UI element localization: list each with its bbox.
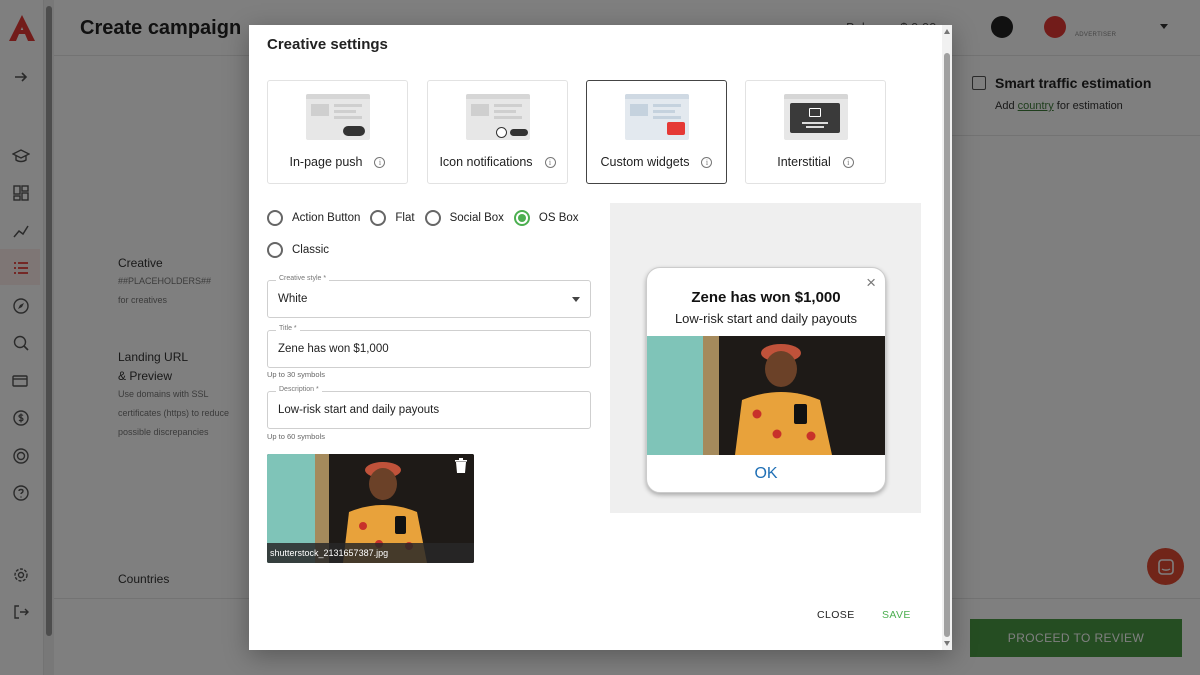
radio-label: Action Button bbox=[292, 212, 361, 224]
format-card-label: Interstitial bbox=[777, 155, 831, 169]
in-page-push-illustration bbox=[306, 94, 370, 140]
interstitial-illustration bbox=[784, 94, 848, 140]
radio-action-button[interactable]: Action Button bbox=[267, 210, 360, 226]
trash-icon[interactable] bbox=[454, 458, 468, 474]
radio-label: Classic bbox=[292, 244, 330, 256]
scroll-down-icon[interactable] bbox=[944, 641, 950, 646]
radio-social-box[interactable]: Social Box bbox=[424, 210, 504, 226]
dialog-scrollbar-thumb[interactable] bbox=[944, 53, 950, 637]
format-card-label: Custom widgets bbox=[600, 155, 690, 169]
save-button[interactable]: SAVE bbox=[882, 609, 911, 621]
icon-notifications-illustration bbox=[466, 94, 530, 140]
image-filename: shutterstock_2131657387.jpg bbox=[267, 543, 474, 563]
scroll-up-icon[interactable] bbox=[944, 29, 950, 34]
info-icon[interactable]: i bbox=[842, 157, 854, 168]
format-card-label: Icon notifications bbox=[439, 155, 533, 169]
format-card-icon-notifications[interactable]: Icon notifications i bbox=[427, 80, 568, 184]
widget-preview-area: × Zene has won $1,000 Low-risk start and… bbox=[610, 203, 921, 513]
radio-flat[interactable]: Flat bbox=[370, 210, 415, 226]
custom-widgets-illustration bbox=[625, 94, 689, 140]
style-radio-group: Action Button Flat Social Box OS Box bbox=[267, 210, 589, 226]
description-hint: Up to 60 symbols bbox=[267, 432, 325, 441]
title-input[interactable] bbox=[278, 343, 568, 355]
style-radio-group-row2: Classic bbox=[267, 242, 339, 258]
info-icon[interactable]: i bbox=[544, 157, 556, 168]
format-card-label: In-page push bbox=[289, 155, 363, 169]
format-card-custom-widgets[interactable]: Custom widgets i bbox=[586, 80, 727, 184]
radio-label: OS Box bbox=[538, 212, 579, 224]
radio-label: Flat bbox=[395, 212, 415, 224]
creative-settings-dialog: Creative settings In-page push i Icon not… bbox=[249, 25, 952, 650]
radio-label: Social Box bbox=[449, 212, 504, 224]
chevron-down-icon[interactable] bbox=[572, 297, 580, 302]
preview-ok-button[interactable]: OK bbox=[647, 455, 885, 492]
format-card-in-page-push[interactable]: In-page push i bbox=[267, 80, 408, 184]
info-icon[interactable]: i bbox=[701, 157, 713, 168]
description-field-label: Description * bbox=[276, 386, 322, 393]
info-icon[interactable]: i bbox=[374, 157, 386, 168]
preview-image bbox=[647, 336, 885, 455]
preview-title: Zene has won $1,000 bbox=[691, 289, 841, 306]
creative-style-value: White bbox=[278, 293, 308, 305]
title-field[interactable]: Title * bbox=[267, 325, 591, 368]
creative-style-label: Creative style * bbox=[276, 275, 330, 282]
radio-os-box[interactable]: OS Box bbox=[513, 210, 579, 226]
title-hint: Up to 30 symbols bbox=[267, 370, 325, 379]
close-button[interactable]: CLOSE bbox=[817, 609, 855, 621]
title-field-label: Title * bbox=[276, 325, 300, 332]
preview-description: Low-risk start and daily payouts bbox=[674, 311, 858, 326]
os-box-widget-preview[interactable]: × Zene has won $1,000 Low-risk start and… bbox=[646, 267, 886, 493]
format-card-interstitial[interactable]: Interstitial i bbox=[745, 80, 886, 184]
description-input[interactable] bbox=[278, 404, 568, 416]
description-field[interactable]: Description * bbox=[267, 386, 591, 429]
uploaded-image-thumbnail[interactable]: shutterstock_2131657387.jpg bbox=[267, 454, 474, 563]
radio-classic[interactable]: Classic bbox=[267, 242, 329, 258]
dialog-title: Creative settings bbox=[267, 36, 388, 53]
creative-style-select[interactable]: Creative style * White bbox=[267, 275, 591, 318]
woman-with-phone-photo bbox=[647, 336, 885, 455]
